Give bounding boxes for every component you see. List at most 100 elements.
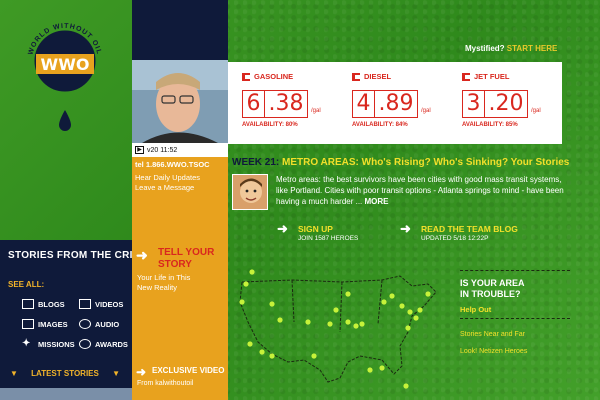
week-title: METRO AREAS: Who's Rising? Who's Sinking… bbox=[282, 157, 570, 168]
netizen-heroes-link[interactable]: Look! Netizen Heroes bbox=[460, 348, 527, 355]
flag-icon bbox=[242, 72, 250, 81]
nav-label: VIDEOS bbox=[95, 299, 124, 309]
arrow-right-icon: ➜ bbox=[136, 365, 147, 379]
trouble-line-2: IN TROUBLE? bbox=[460, 289, 521, 299]
price-display: 4 .89 bbox=[352, 90, 418, 118]
svg-text:WWO: WWO bbox=[41, 55, 90, 74]
nav-audio[interactable]: AUDIO bbox=[79, 319, 119, 329]
availability: AVAILABILITY: 85% bbox=[462, 122, 518, 128]
video-timestamp: v20 11:52 bbox=[147, 146, 178, 154]
arrow-right-icon: ➜ bbox=[136, 247, 148, 263]
blog-icon bbox=[22, 299, 34, 309]
help-out-link[interactable]: Help Out bbox=[460, 305, 491, 314]
nav-label: MISSIONS bbox=[38, 339, 75, 349]
see-all-label: SEE ALL: bbox=[8, 280, 45, 289]
audio-icon bbox=[79, 319, 91, 329]
heroes-count: JOIN 1587 HEROES bbox=[298, 235, 359, 242]
week-label: WEEK 21: bbox=[232, 157, 280, 168]
latest-label: LATEST STORIES bbox=[31, 369, 99, 378]
nav-label: IMAGES bbox=[38, 319, 68, 329]
trouble-line-1: IS YOUR AREA bbox=[460, 278, 525, 288]
stories-title: STORIES FROM THE CRISIS bbox=[8, 250, 150, 261]
arrow-right-icon: ➜ bbox=[400, 221, 411, 236]
availability: AVAILABILITY: 80% bbox=[242, 122, 298, 128]
fuel-diesel: DIESEL 4 .89 /gal AVAILABILITY: 84% bbox=[338, 62, 448, 144]
nav-videos[interactable]: VIDEOS bbox=[79, 299, 123, 309]
play-icon[interactable]: ▶ bbox=[135, 146, 144, 154]
price-unit: /gal bbox=[311, 108, 321, 114]
vlogger-image bbox=[132, 60, 228, 143]
sign-up-link[interactable]: SIGN UP bbox=[298, 224, 333, 234]
arrow-right-icon: ➜ bbox=[277, 221, 288, 236]
price-unit: /gal bbox=[531, 108, 541, 114]
nav-images[interactable]: IMAGES bbox=[22, 319, 68, 329]
price-display: 6 .38 bbox=[242, 90, 308, 118]
more-link[interactable]: MORE bbox=[365, 197, 389, 206]
life-line-2: New Reality bbox=[137, 283, 178, 292]
video-column-top bbox=[132, 0, 228, 60]
flag-icon bbox=[352, 72, 360, 81]
your-life-link[interactable]: Your Life in This New Reality bbox=[137, 273, 190, 293]
wwo-logo[interactable]: WWO WORLD WITHOUT OIL bbox=[22, 18, 108, 104]
exclusive-video-source: From kalwithoutoil bbox=[137, 380, 194, 387]
nav-blogs[interactable]: BLOGS bbox=[22, 299, 65, 309]
nav-awards[interactable]: AWARDS bbox=[79, 339, 128, 349]
award-icon bbox=[79, 339, 91, 349]
tell-title-1: TELL YOUR bbox=[158, 247, 215, 258]
author-avatar bbox=[232, 174, 268, 210]
price-digit: 6 bbox=[243, 91, 265, 117]
leave-message-text: Leave a Message bbox=[135, 183, 195, 192]
fuel-name: JET FUEL bbox=[474, 72, 510, 81]
arrow-down-icon: ▼ bbox=[10, 369, 18, 378]
exclusive-video-link[interactable]: EXCLUSIVE VIDEO bbox=[152, 366, 224, 375]
mission-icon: ✦ bbox=[22, 338, 31, 349]
week-blurb: Metro areas: the best survivors have bee… bbox=[276, 174, 566, 207]
fuel-gasoline: GASOLINE 6 .38 /gal AVAILABILITY: 80% bbox=[228, 62, 338, 144]
divider bbox=[460, 318, 570, 319]
latest-stories-button[interactable]: ▼ LATEST STORIES ▼ bbox=[10, 369, 120, 378]
nav-missions[interactable]: ✦ MISSIONS bbox=[22, 339, 75, 349]
price-digit: 3 bbox=[463, 91, 485, 117]
trouble-heading: IS YOUR AREA IN TROUBLE? bbox=[460, 278, 525, 300]
availability: AVAILABILITY: 84% bbox=[352, 122, 408, 128]
price-digit: .38 bbox=[268, 91, 304, 116]
fuel-prices-panel: GASOLINE 6 .38 /gal AVAILABILITY: 80% DI… bbox=[228, 62, 562, 144]
avatar-image bbox=[233, 175, 267, 209]
map-markers[interactable] bbox=[239, 269, 431, 389]
tell-your-story-link[interactable]: TELL YOUR STORY bbox=[158, 247, 214, 271]
fuel-jet: JET FUEL 3 .20 /gal AVAILABILITY: 85% bbox=[448, 62, 558, 144]
arrow-down-icon: ▼ bbox=[112, 369, 120, 378]
fuel-name: DIESEL bbox=[364, 72, 392, 81]
oil-drop-icon bbox=[59, 110, 71, 131]
price-unit: /gal bbox=[421, 108, 431, 114]
fuel-name: GASOLINE bbox=[254, 72, 294, 81]
tell-title-2: STORY bbox=[158, 259, 192, 270]
price-digit: 4 bbox=[353, 91, 375, 117]
start-here-text: START HERE bbox=[506, 44, 558, 53]
blog-updated: UPDATED 5/18 12:22P bbox=[421, 235, 489, 242]
nav-label: BLOGS bbox=[38, 299, 65, 309]
week-headline[interactable]: WEEK 21: METRO AREAS: Who's Rising? Who'… bbox=[232, 157, 569, 168]
phone-number[interactable]: tel 1.866.WWO.TSOC bbox=[135, 160, 210, 169]
price-digit: .89 bbox=[378, 91, 414, 116]
flag-icon bbox=[462, 72, 470, 81]
divider bbox=[460, 270, 570, 271]
price-display: 3 .20 bbox=[462, 90, 528, 118]
nav-label: AUDIO bbox=[95, 319, 120, 329]
blurb-text: Metro areas: the best survivors have bee… bbox=[276, 175, 564, 206]
price-digit: .20 bbox=[488, 91, 524, 116]
story-thumbnail-strip[interactable] bbox=[0, 388, 132, 400]
stories-near-far-link[interactable]: Stories Near and Far bbox=[460, 331, 525, 338]
mystified-link[interactable]: Mystified? START HERE bbox=[465, 44, 557, 53]
nav-label: AWARDS bbox=[95, 339, 128, 349]
phone-info[interactable]: Hear Daily Updates Leave a Message bbox=[135, 173, 200, 193]
video-icon bbox=[79, 299, 91, 309]
hear-daily-text: Hear Daily Updates bbox=[135, 173, 201, 182]
image-icon bbox=[22, 319, 34, 329]
mystified-text: Mystified? bbox=[465, 44, 505, 53]
video-player[interactable] bbox=[132, 60, 228, 143]
us-map[interactable] bbox=[232, 262, 444, 400]
video-controls[interactable]: ▶ v20 11:52 bbox=[132, 143, 228, 157]
life-line-1: Your Life in This bbox=[137, 273, 191, 282]
team-blog-link[interactable]: READ THE TEAM BLOG bbox=[421, 224, 518, 234]
